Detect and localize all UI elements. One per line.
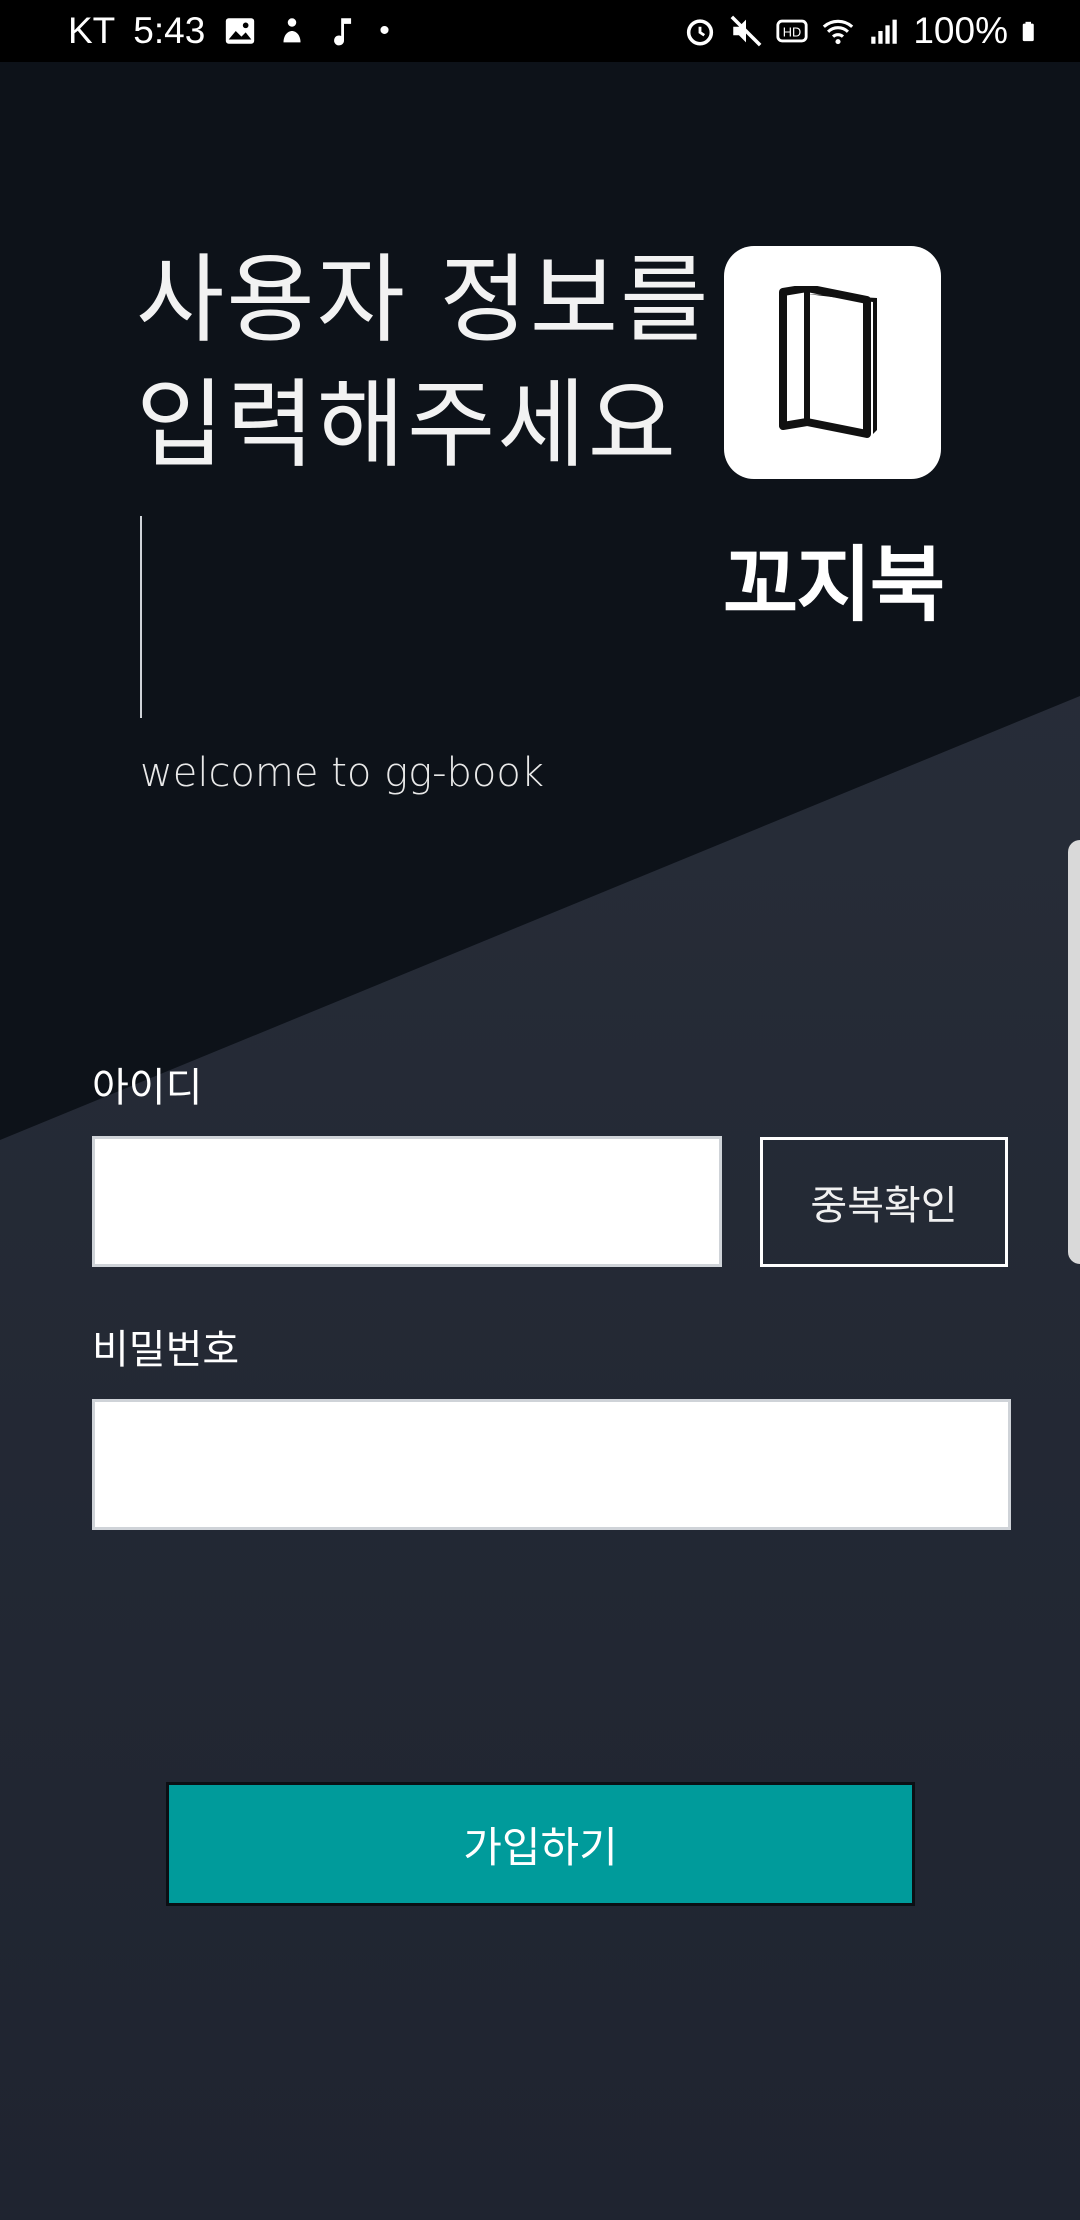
welcome-text: welcome to gg-book: [140, 750, 545, 796]
password-input[interactable]: [92, 1399, 1011, 1530]
battery-icon: [1022, 21, 1034, 42]
gallery-icon: [226, 18, 255, 44]
hd-voice-icon: HD: [776, 19, 808, 43]
battery-percent: 100%: [913, 10, 1008, 51]
signal-icon: [871, 19, 898, 44]
id-label: 아이디: [92, 1065, 203, 1111]
title-line-1: 사용자 정보를: [136, 244, 711, 356]
status-bar: KT 5:43 • HD 100%: [0, 0, 1080, 62]
clock: 5:43: [133, 10, 206, 51]
title-line-2: 입력해주세요: [136, 369, 678, 481]
book-icon: [779, 286, 877, 438]
join-button[interactable]: 가입하기: [166, 1782, 915, 1906]
app-logo: [724, 246, 941, 479]
music-note-icon: [334, 18, 352, 46]
app-notification-icon: [283, 18, 301, 43]
wifi-icon: [823, 19, 854, 45]
brand-name: 꼬지북: [722, 538, 945, 633]
svg-text:HD: HD: [783, 25, 801, 40]
mute-icon: [730, 15, 762, 47]
divider-line: [140, 516, 142, 718]
duplicate-check-button[interactable]: 중복확인: [760, 1137, 1008, 1267]
carrier-label: KT: [68, 10, 116, 51]
more-notifications-dot-icon: •: [379, 14, 390, 47]
password-label: 비밀번호: [92, 1327, 240, 1373]
id-input[interactable]: [92, 1136, 722, 1267]
scrollbar[interactable]: [1068, 840, 1080, 1264]
page-title: 사용자 정보를 입력해주세요: [136, 238, 710, 488]
alarm-icon: [687, 19, 714, 46]
